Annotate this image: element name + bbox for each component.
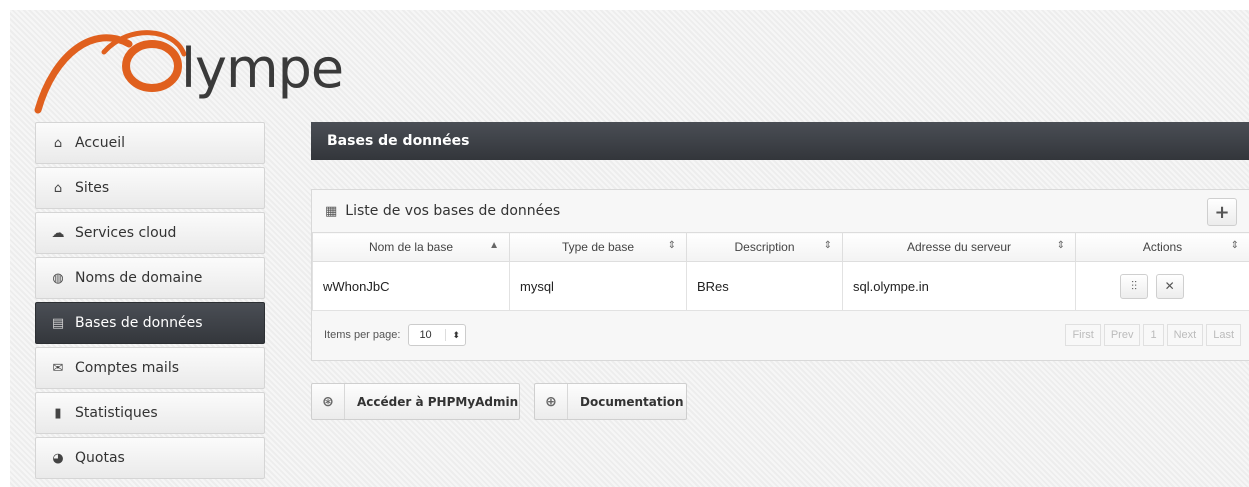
column-header-server[interactable]: Adresse du serveur ⇕ bbox=[842, 232, 1076, 262]
items-per-page-value: 10 bbox=[419, 329, 447, 341]
items-per-page-label: Items per page: bbox=[324, 329, 401, 341]
lifebuoy-icon: ⊕ bbox=[535, 384, 568, 419]
sidebar-item-label: Statistiques bbox=[75, 405, 158, 421]
page-title-bar: Bases de données bbox=[311, 122, 1249, 160]
phpmyadmin-label: Accéder à PHPMyAdmin bbox=[357, 394, 519, 409]
column-header-label: Nom de la base bbox=[368, 240, 454, 254]
sidebar-item-sites[interactable]: ⌂ Sites bbox=[35, 167, 265, 209]
home-icon: ⌂ bbox=[53, 135, 63, 151]
sidebar-item-label: Noms de domaine bbox=[75, 270, 203, 286]
panel-title: Liste de vos bases de données bbox=[345, 203, 561, 219]
house-icon: ⌂ bbox=[53, 180, 63, 196]
add-database-button[interactable]: + bbox=[1207, 198, 1237, 226]
pager-first[interactable]: First bbox=[1065, 324, 1101, 346]
bar-chart-icon: ▮ bbox=[54, 405, 62, 421]
cell-name: wWhonJbC bbox=[312, 261, 510, 311]
sidebar-item-label: Services cloud bbox=[75, 225, 177, 241]
sort-icon: ⇕ bbox=[823, 240, 832, 251]
column-header-actions[interactable]: Actions ⇕ bbox=[1075, 232, 1249, 262]
column-header-label: Type de base bbox=[561, 240, 635, 254]
sidebar-item-comptes-mails[interactable]: ✉ Comptes mails bbox=[35, 347, 265, 389]
pager-prev[interactable]: Prev bbox=[1103, 324, 1141, 346]
sidebar-item-statistiques[interactable]: ▮ Statistiques bbox=[35, 392, 265, 434]
sidebar-item-label: Quotas bbox=[75, 450, 125, 466]
sidebar-item-label: Comptes mails bbox=[75, 360, 180, 376]
envelope-icon: ✉ bbox=[52, 360, 64, 376]
table-row: wWhonJbC mysql BRes sql.olympe.in ⫶⫶ ✕ bbox=[312, 261, 1249, 311]
cell-actions: ⫶⫶ ✕ bbox=[1075, 261, 1249, 311]
phpmyadmin-button[interactable]: ⊛ Accéder à PHPMyAdmin bbox=[311, 383, 520, 420]
database-list-panel: ▦ Liste de vos bases de données + Nom de… bbox=[311, 189, 1249, 361]
pager-page-1[interactable]: 1 bbox=[1143, 324, 1164, 346]
plus-icon: + bbox=[1214, 201, 1230, 223]
sidebar-item-noms-de-domaine[interactable]: ◍ Noms de domaine bbox=[35, 257, 265, 299]
olympe-logo[interactable]: lympe bbox=[34, 14, 364, 114]
pager-next[interactable]: Next bbox=[1166, 324, 1204, 346]
sidebar-item-services-cloud[interactable]: ☁ Services cloud bbox=[35, 212, 265, 254]
globe-icon: ◍ bbox=[52, 270, 64, 286]
column-header-label: Adresse du serveur bbox=[906, 240, 1012, 254]
sliders-icon: ⫶⫶ bbox=[1130, 278, 1137, 293]
cloud-icon: ☁ bbox=[51, 225, 65, 241]
column-header-description[interactable]: Description ⇕ bbox=[686, 232, 843, 262]
dribbble-ball-icon: ⊛ bbox=[312, 384, 345, 419]
pager-last[interactable]: Last bbox=[1206, 324, 1241, 346]
close-icon: ✕ bbox=[1164, 278, 1175, 293]
chevron-updown-icon: ⬍ bbox=[452, 329, 460, 340]
sidebar-item-label: Sites bbox=[75, 180, 110, 196]
cell-description: BRes bbox=[686, 261, 843, 311]
sidebar-nav: ⌂ Accueil ⌂ Sites ☁ Services cloud ◍ Nom… bbox=[35, 122, 265, 482]
database-icon: ▤ bbox=[51, 315, 65, 331]
cell-server: sql.olympe.in bbox=[842, 261, 1076, 311]
sort-icon: ⇕ bbox=[667, 240, 676, 251]
sort-asc-icon: ▲ bbox=[489, 240, 499, 251]
sidebar-item-label: Bases de données bbox=[75, 315, 203, 331]
column-header-type[interactable]: Type de base ⇕ bbox=[509, 232, 687, 262]
pie-chart-icon: ◕ bbox=[52, 450, 64, 466]
sidebar-item-bases-de-donnees[interactable]: ▤ Bases de données bbox=[35, 302, 265, 344]
database-table: Nom de la base ▲ Type de base ⇕ Descript… bbox=[312, 232, 1249, 311]
pagination: First Prev 1 Next Last bbox=[1065, 324, 1241, 346]
documentation-button[interactable]: ⊕ Documentation bbox=[534, 383, 687, 420]
page-title: Bases de données bbox=[327, 133, 470, 149]
documentation-label: Documentation bbox=[580, 394, 684, 409]
sidebar-item-quotas[interactable]: ◕ Quotas bbox=[35, 437, 265, 479]
logo-text: lympe bbox=[181, 37, 344, 100]
sidebar-item-accueil[interactable]: ⌂ Accueil bbox=[35, 122, 265, 164]
sort-icon: ⇕ bbox=[1230, 240, 1239, 251]
column-header-label: Actions bbox=[1142, 240, 1183, 254]
table-footer: Items per page: 10 ⬍ First Prev 1 Next L… bbox=[312, 310, 1249, 360]
items-per-page-select[interactable]: 10 ⬍ bbox=[408, 324, 467, 346]
panel-header: ▦ Liste de vos bases de données + bbox=[312, 190, 1249, 232]
column-header-label: Description bbox=[734, 240, 795, 254]
settings-button[interactable]: ⫶⫶ bbox=[1120, 273, 1148, 299]
list-icon: ▦ bbox=[325, 203, 338, 219]
table-header-row: Nom de la base ▲ Type de base ⇕ Descript… bbox=[312, 232, 1249, 262]
sidebar-item-label: Accueil bbox=[75, 135, 125, 151]
cell-type: mysql bbox=[509, 261, 687, 311]
delete-button[interactable]: ✕ bbox=[1155, 273, 1184, 299]
sort-icon: ⇕ bbox=[1056, 240, 1065, 251]
column-header-name[interactable]: Nom de la base ▲ bbox=[312, 232, 510, 262]
